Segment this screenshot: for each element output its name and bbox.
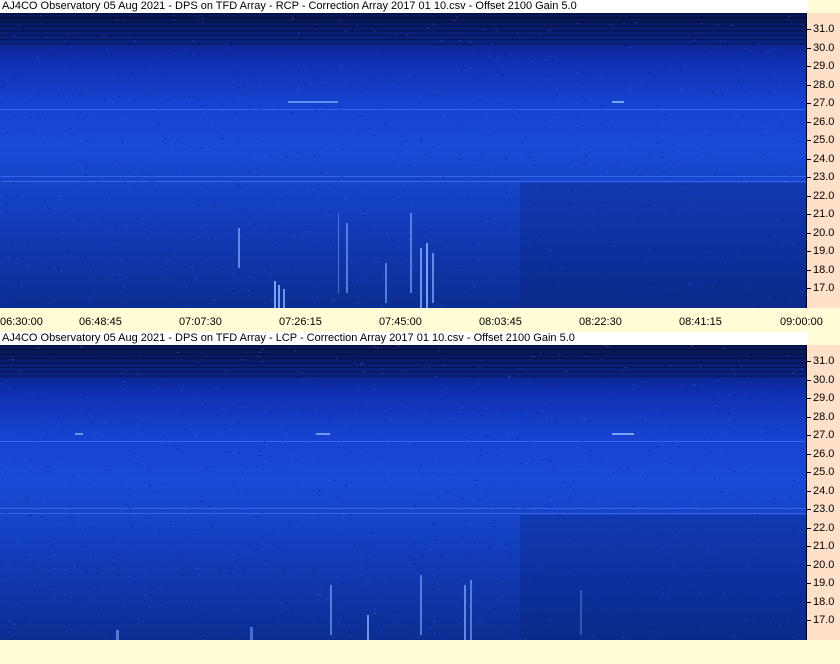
frequency-axis-lcp: 31.0 30.0 29.0 28.0 27.0 26.0 25.0 24.0 23.0 22.0…	[806, 345, 840, 640]
frequency-label: 24.0	[813, 152, 835, 165]
frequency-label: 24.0	[813, 484, 835, 497]
frequency-label: 26.0	[813, 447, 835, 460]
frequency-tick	[807, 66, 811, 67]
spectrogram-rcp-title: AJ4CO Observatory 05 Aug 2021 - DPS on T…	[0, 0, 808, 13]
bottom-status-strip	[0, 640, 840, 664]
frequency-tick	[807, 195, 811, 197]
frequency-tick	[807, 29, 811, 30]
frequency-label: 20.0	[813, 226, 835, 239]
time-label: 07:07:30	[179, 316, 222, 328]
frequency-label: 21.0	[813, 208, 835, 220]
frequency-label: 22.0	[813, 521, 835, 534]
time-label: 07:45:00	[379, 316, 422, 328]
frequency-tick	[807, 620, 811, 621]
frequency-label: 31.0	[813, 23, 835, 35]
frequency-tick	[807, 84, 811, 86]
frequency-label: 29.0	[813, 392, 835, 404]
frequency-label: 21.0	[813, 540, 835, 552]
frequency-tick	[807, 564, 811, 566]
frequency-label: 23.0	[813, 503, 835, 515]
spectrogram-lcp-title: AJ4CO Observatory 05 Aug 2021 - DPS on T…	[0, 332, 808, 345]
frequency-tick	[807, 416, 811, 418]
frequency-label: 17.0	[813, 282, 835, 294]
frequency-label: 19.0	[813, 577, 835, 589]
frequency-tick	[807, 214, 811, 215]
frequency-tick	[807, 361, 811, 362]
frequency-tick	[807, 269, 811, 271]
frequency-tick	[807, 398, 811, 399]
time-label: 09:00:00	[780, 316, 823, 328]
spectrogram-lcp	[0, 345, 806, 640]
time-label: 06:48:45	[79, 316, 122, 328]
frequency-tick	[807, 158, 811, 160]
frequency-label: 25.0	[813, 134, 835, 146]
frequency-tick	[807, 288, 811, 289]
spectrogram-lcp-canvas	[0, 345, 806, 640]
frequency-label: 23.0	[813, 171, 835, 183]
frequency-tick	[807, 177, 811, 178]
frequency-tick	[807, 583, 811, 584]
frequency-tick	[807, 379, 811, 381]
time-label: 08:03:45	[479, 316, 522, 328]
frequency-axis-rcp: 31.0 30.0 29.0 28.0 27.0 26.0 25.0 24.0 23.0 22.0…	[806, 13, 840, 308]
time-label: 08:41:15	[679, 316, 722, 328]
frequency-label: 20.0	[813, 558, 835, 571]
frequency-tick	[807, 601, 811, 603]
frequency-tick	[807, 121, 811, 123]
frequency-label: 31.0	[813, 355, 835, 367]
frequency-label: 22.0	[813, 189, 835, 202]
frequency-tick	[807, 232, 811, 234]
frequency-tick	[807, 527, 811, 529]
frequency-label: 27.0	[813, 97, 835, 109]
frequency-label: 17.0	[813, 614, 835, 626]
frequency-label: 28.0	[813, 78, 835, 91]
frequency-label: 25.0	[813, 466, 835, 478]
frequency-tick	[807, 472, 811, 473]
frequency-tick	[807, 435, 811, 436]
frequency-tick	[807, 47, 811, 49]
time-label: 06:30:00	[0, 316, 43, 328]
time-label: 08:22:30	[579, 316, 622, 328]
frequency-label: 19.0	[813, 245, 835, 257]
frequency-label: 18.0	[813, 595, 835, 608]
frequency-label: 28.0	[813, 410, 835, 423]
frequency-tick	[807, 509, 811, 510]
frequency-tick	[807, 103, 811, 104]
frequency-tick	[807, 453, 811, 455]
spectrogram-rcp	[0, 13, 806, 308]
frequency-tick	[807, 140, 811, 141]
frequency-tick	[807, 490, 811, 492]
frequency-tick	[807, 546, 811, 547]
time-axis: 06:30:00 06:48:45 07:07:30 07:26:15 07:45:00…	[0, 311, 840, 330]
frequency-label: 30.0	[813, 41, 835, 54]
time-label: 07:26:15	[279, 316, 322, 328]
frequency-label: 29.0	[813, 60, 835, 72]
frequency-label: 18.0	[813, 263, 835, 276]
frequency-label: 30.0	[813, 373, 835, 386]
frequency-label: 26.0	[813, 115, 835, 128]
frequency-tick	[807, 251, 811, 252]
frequency-label: 27.0	[813, 429, 835, 441]
spectrogram-rcp-canvas	[0, 13, 806, 308]
